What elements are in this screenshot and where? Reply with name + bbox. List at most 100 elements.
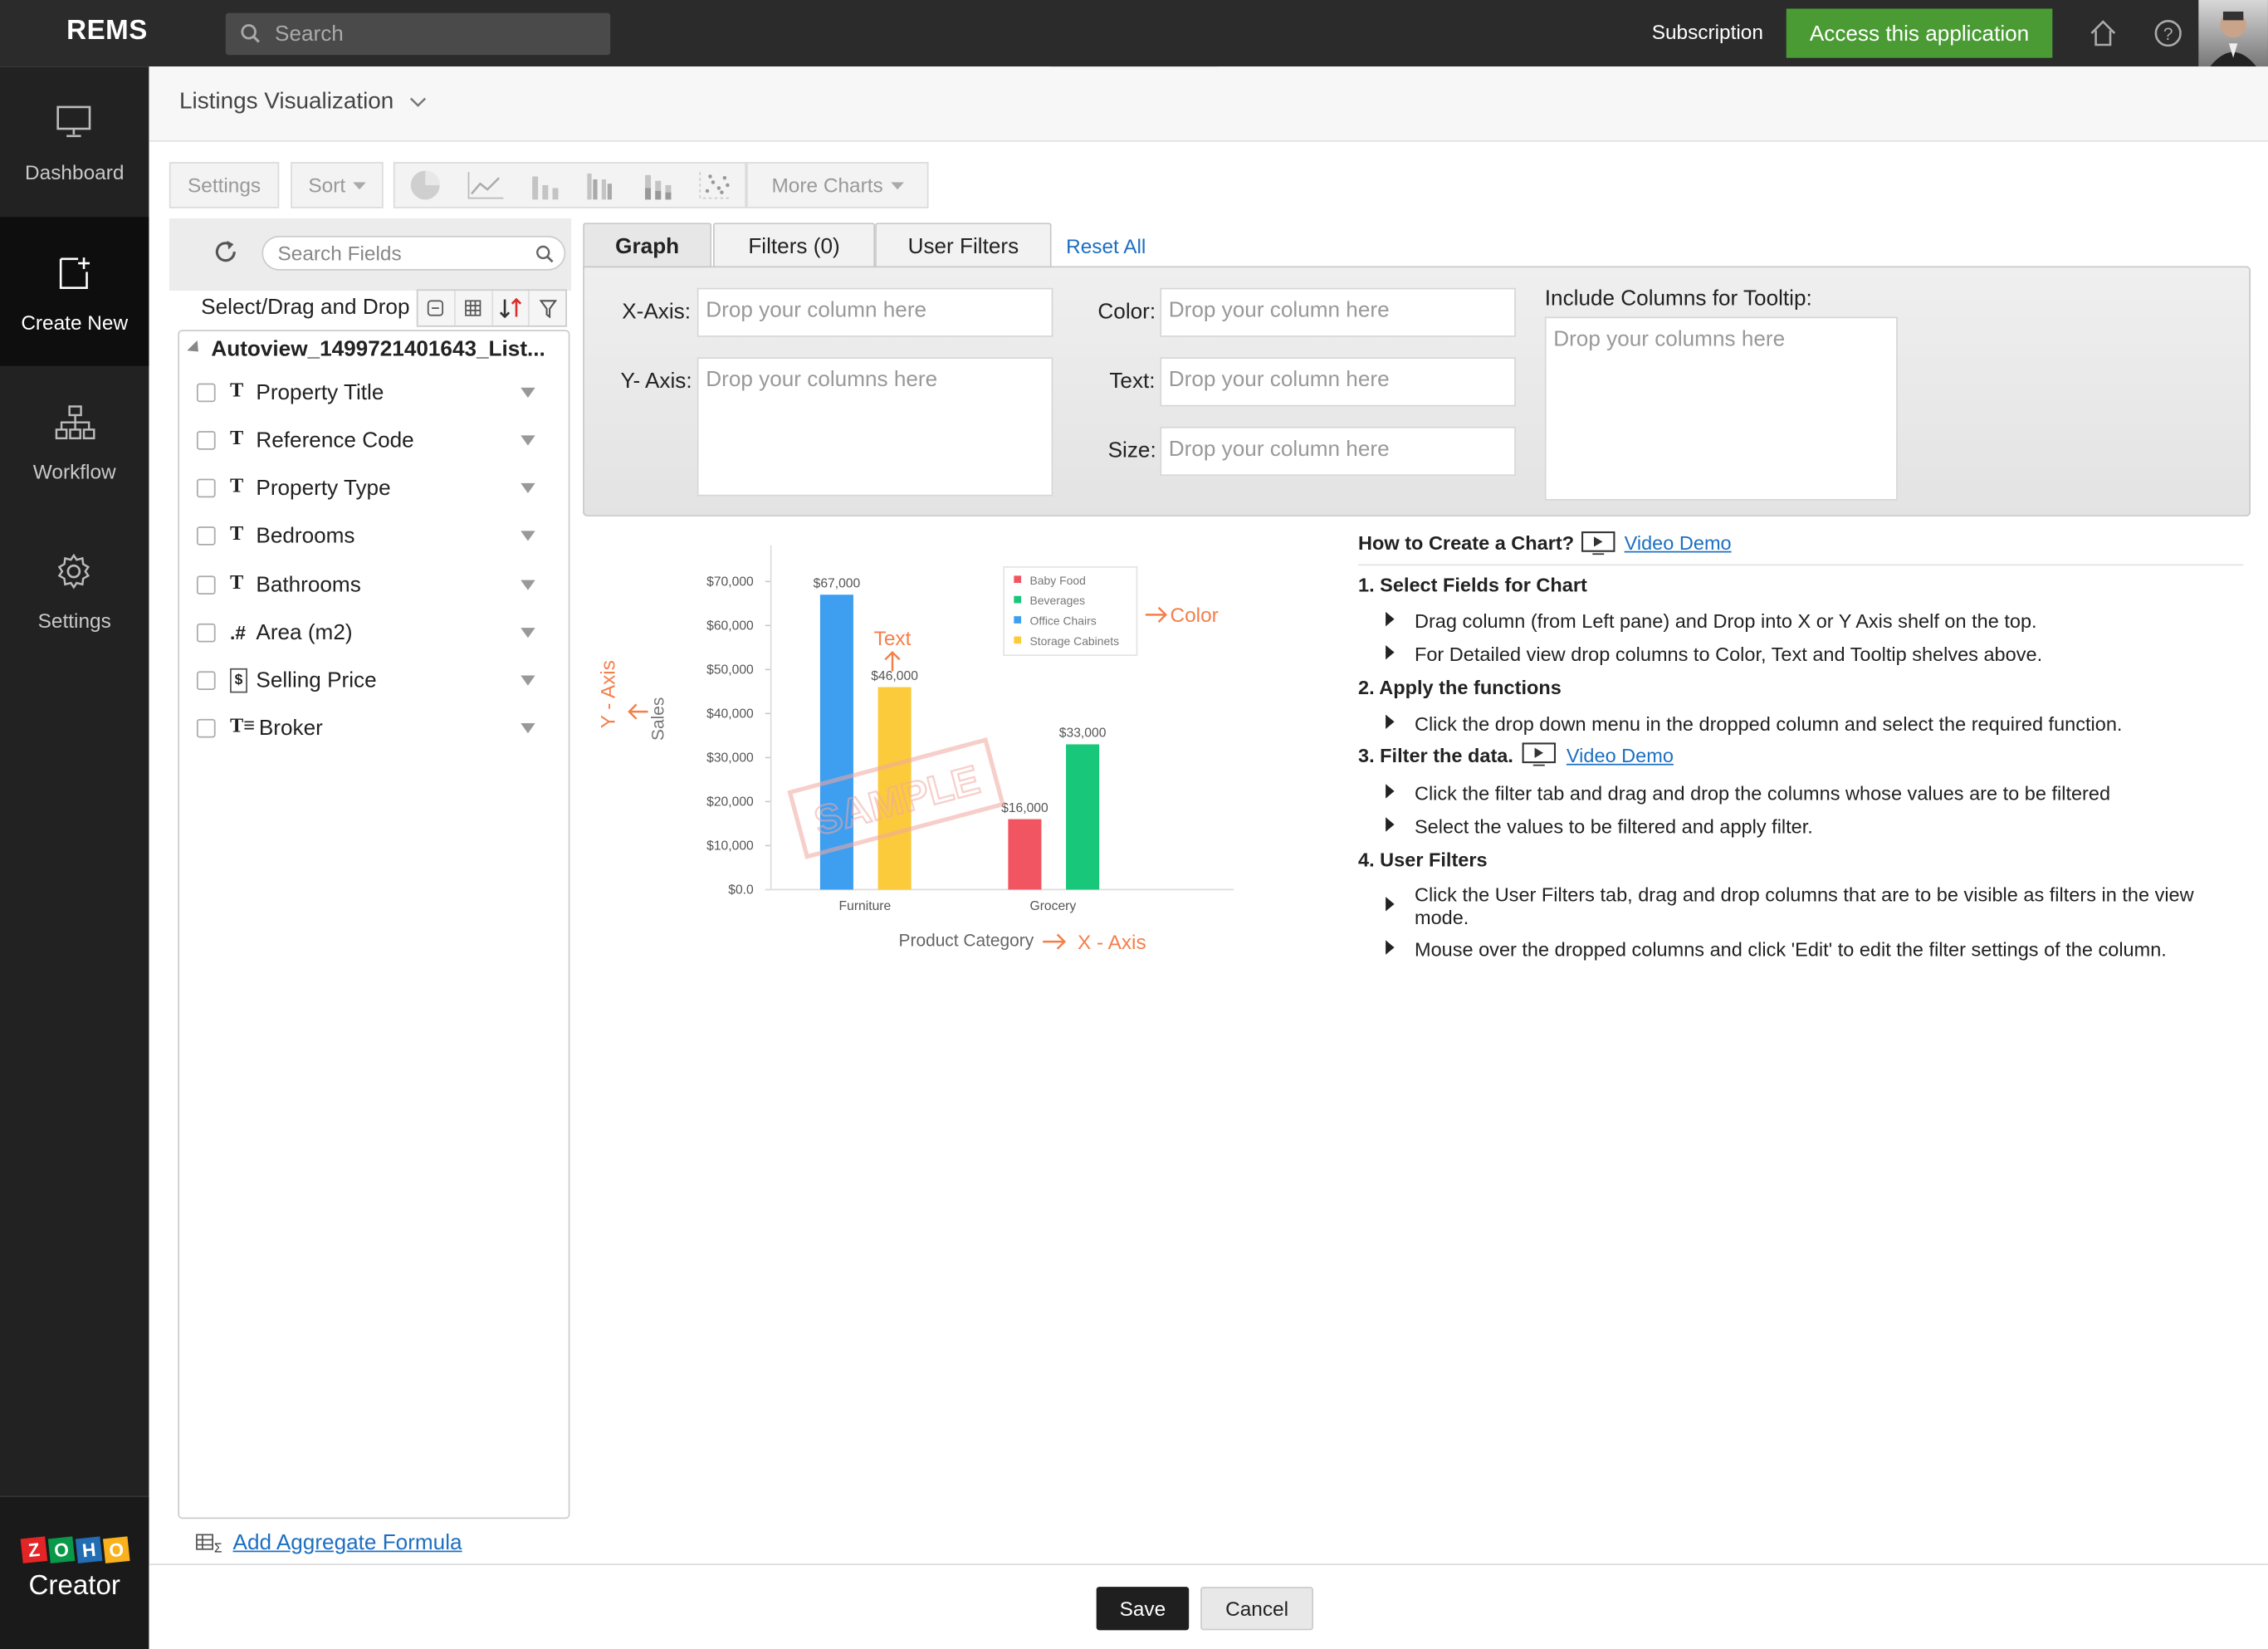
zoho-creator-logo[interactable]: Z O H O Creator — [0, 1495, 149, 1649]
x-tick-label: Furniture — [839, 899, 892, 913]
bullet-arrow-icon — [1386, 940, 1395, 955]
add-aggregate-formula-label: Add Aggregate Formula — [232, 1530, 462, 1555]
field-checkbox[interactable] — [196, 575, 216, 595]
x-axis-drop-zone[interactable]: Drop your column here — [697, 287, 1053, 337]
field-filter-icon[interactable] — [521, 722, 535, 733]
sort-arrows-icon — [499, 297, 521, 319]
search-fields-placeholder: Search Fields — [277, 241, 402, 265]
step-2-heading: 2. Apply the functions — [1358, 677, 1562, 699]
sort-fields-button[interactable] — [492, 291, 530, 325]
filter-icon — [539, 299, 557, 318]
fields-list — [178, 330, 570, 1519]
field-name: Bathrooms — [256, 572, 361, 597]
text-drop-zone[interactable]: Drop your column here — [1160, 357, 1516, 407]
collapse-all-button[interactable] — [418, 291, 456, 325]
grid-icon — [465, 300, 481, 316]
user-avatar[interactable] — [2198, 0, 2268, 67]
pie-chart-icon[interactable] — [407, 168, 442, 203]
line-chart-icon[interactable] — [467, 171, 504, 200]
bullet-arrow-icon — [1386, 897, 1395, 912]
sidebar-item-workflow[interactable]: Workflow — [0, 366, 149, 515]
more-charts-dropdown[interactable]: More Charts — [746, 162, 929, 208]
app-name[interactable]: REMS — [66, 16, 148, 47]
tab-filters[interactable]: Filters (0) — [712, 223, 876, 268]
x-axis-annotation: X - Axis — [1078, 932, 1146, 954]
sort-dropdown[interactable]: Sort — [291, 162, 384, 208]
y-tick-label: $70,000 — [706, 575, 754, 590]
cancel-button[interactable]: Cancel — [1200, 1587, 1314, 1631]
field-filter-icon[interactable] — [521, 579, 535, 590]
save-button[interactable]: Save — [1096, 1587, 1190, 1631]
field-item[interactable]: T Bathrooms — [188, 565, 550, 603]
grid-view-button[interactable] — [455, 291, 493, 325]
subscription-link[interactable]: Subscription — [1652, 20, 1763, 43]
field-filter-icon[interactable] — [521, 434, 535, 445]
field-checkbox[interactable] — [196, 622, 216, 642]
field-checkbox[interactable] — [196, 430, 216, 449]
video-demo-link[interactable]: Video Demo — [1625, 532, 1732, 554]
step-3-heading: 3. Filter the data. — [1358, 745, 1513, 767]
field-checkbox[interactable] — [196, 382, 216, 402]
page-title-dropdown[interactable]: Listings Visualization — [179, 90, 426, 115]
field-filter-icon[interactable] — [521, 674, 535, 685]
bar-chart-icon[interactable] — [529, 171, 560, 200]
video-demo-link[interactable]: Video Demo — [1567, 745, 1674, 766]
x-axis-label: X-Axis: — [622, 299, 691, 325]
help-icon[interactable]: ? — [2153, 17, 2184, 49]
search-fields-input[interactable]: Search Fields — [262, 235, 566, 271]
color-label: Color: — [1097, 299, 1156, 325]
add-aggregate-formula-link[interactable]: Σ Add Aggregate Formula — [195, 1530, 462, 1555]
video-icon[interactable] — [1522, 742, 1557, 767]
field-filter-icon[interactable] — [521, 387, 535, 398]
search-icon — [241, 24, 260, 43]
view-name[interactable]: Autoview_1499721401643_List... — [211, 337, 561, 362]
field-item[interactable]: .# Area (m2) — [188, 614, 550, 651]
field-item[interactable]: T≡ Broker — [188, 709, 550, 746]
settings-button[interactable]: Settings — [169, 162, 280, 208]
video-icon[interactable] — [1581, 531, 1615, 555]
field-item[interactable]: T Property Type — [188, 468, 550, 506]
global-search-input[interactable]: Search — [225, 12, 611, 56]
sidebar-item-label: Dashboard — [25, 160, 125, 184]
sidebar: Dashboard Create New Workflow Settings — [0, 66, 149, 1649]
field-item[interactable]: T Bedrooms — [188, 516, 550, 554]
color-drop-zone[interactable]: Drop your column here — [1160, 287, 1516, 337]
step-4-item: Click the User Filters tab, drag and dro… — [1414, 883, 2194, 929]
field-filter-icon[interactable] — [521, 627, 535, 638]
field-name: Selling Price — [256, 667, 377, 692]
y-tick-label: $40,000 — [706, 707, 754, 722]
select-drag-drop-label: Select/Drag and Drop — [201, 295, 410, 321]
sidebar-item-settings[interactable]: Settings — [0, 515, 149, 663]
step-3-item: Select the values to be filtered and app… — [1414, 815, 1813, 838]
refresh-icon[interactable] — [213, 238, 238, 264]
tab-graph[interactable]: Graph — [583, 223, 712, 270]
field-filter-icon[interactable] — [521, 482, 535, 493]
field-item[interactable]: T Property Title — [188, 373, 550, 410]
field-filter-icon[interactable] — [521, 530, 535, 541]
access-application-button[interactable]: Access this application — [1786, 8, 2053, 58]
y-axis-label: Y- Axis: — [620, 369, 692, 394]
y-tick-label: $60,000 — [706, 619, 754, 634]
reset-all-link[interactable]: Reset All — [1066, 234, 1146, 257]
stacked-bar-icon[interactable] — [642, 171, 673, 200]
step-1-item: For Detailed view drop columns to Color,… — [1414, 643, 2043, 666]
field-item[interactable]: T Reference Code — [188, 421, 550, 458]
field-name: Property Title — [256, 379, 384, 404]
sidebar-item-dashboard[interactable]: Dashboard — [0, 66, 149, 215]
field-checkbox[interactable] — [196, 477, 216, 497]
home-icon[interactable] — [2087, 17, 2119, 49]
field-checkbox[interactable] — [196, 526, 216, 545]
y-axis-drop-zone[interactable]: Drop your columns here — [697, 357, 1053, 497]
grouped-bar-icon[interactable] — [585, 171, 617, 200]
tab-user-filters[interactable]: User Filters — [875, 223, 1052, 268]
field-item[interactable]: $ Selling Price — [188, 661, 550, 698]
sidebar-item-create-new[interactable]: Create New — [0, 217, 149, 366]
scatter-chart-icon[interactable] — [698, 171, 733, 200]
field-checkbox[interactable] — [196, 670, 216, 690]
page-header — [149, 66, 2268, 142]
multiline-type-icon: T≡ — [230, 716, 256, 738]
size-drop-zone[interactable]: Drop your column here — [1160, 426, 1516, 477]
filter-fields-button[interactable] — [530, 291, 565, 325]
tooltip-drop-zone[interactable]: Drop your columns here — [1544, 316, 1898, 501]
field-checkbox[interactable] — [196, 717, 216, 737]
